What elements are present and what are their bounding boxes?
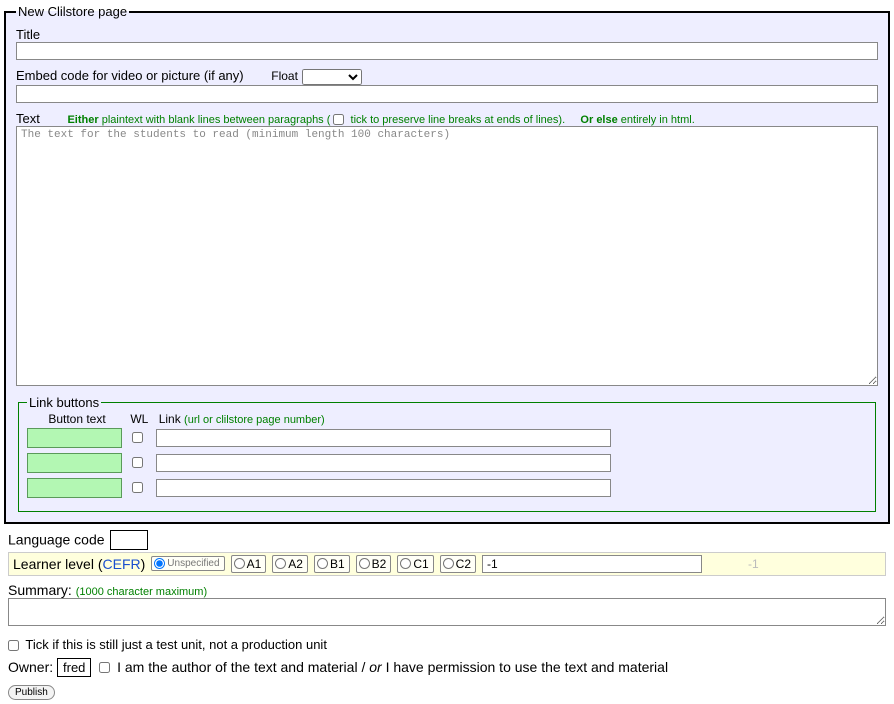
header-link-hint: (url or clilstore page number) bbox=[184, 414, 325, 426]
embed-label-row: Embed code for video or picture (if any)… bbox=[16, 68, 878, 85]
cefr-radio[interactable] bbox=[317, 558, 328, 569]
text-label-row: Text Either plaintext with blank lines b… bbox=[16, 111, 878, 126]
cefr-c1[interactable]: C1 bbox=[397, 555, 433, 573]
text-either: Either bbox=[67, 114, 98, 126]
cefr-unspecified[interactable]: Unspecified bbox=[151, 556, 224, 571]
language-code-input[interactable] bbox=[110, 530, 148, 550]
link-button-text-input[interactable] bbox=[27, 453, 122, 473]
link-url-input[interactable] bbox=[156, 429, 611, 447]
cefr-a1[interactable]: A1 bbox=[231, 555, 267, 573]
link-row bbox=[27, 453, 867, 473]
link-buttons-fieldset: Link buttons Button text WL Link (url or… bbox=[18, 395, 876, 512]
owner-row: Owner: fred I am the author of the text … bbox=[8, 658, 886, 677]
test-unit-label: Tick if this is still just a test unit, … bbox=[25, 637, 327, 652]
link-row bbox=[27, 478, 867, 498]
float-select[interactable] bbox=[302, 69, 362, 85]
cefr-b1[interactable]: B1 bbox=[314, 555, 350, 573]
text-plaintext-note: plaintext with blank lines between parag… bbox=[99, 114, 334, 126]
link-button-text-input[interactable] bbox=[27, 478, 122, 498]
link-buttons-legend: Link buttons bbox=[27, 395, 101, 410]
embed-input[interactable] bbox=[16, 85, 878, 103]
link-url-input[interactable] bbox=[156, 454, 611, 472]
header-link: Link bbox=[159, 412, 181, 426]
cefr-radio[interactable] bbox=[275, 558, 286, 569]
summary-row: Summary: (1000 character maximum) bbox=[8, 582, 886, 598]
author-permission-label: I am the author of the text and material… bbox=[117, 659, 668, 675]
text-orelse: Or else bbox=[580, 114, 617, 126]
link-row bbox=[27, 428, 867, 448]
summary-hint: (1000 character maximum) bbox=[76, 586, 207, 598]
author-permission-checkbox[interactable] bbox=[99, 662, 110, 673]
learner-level-ghost: -1 bbox=[748, 557, 759, 571]
embed-label: Embed code for video or picture (if any) bbox=[16, 68, 244, 83]
owner-name: fred bbox=[57, 658, 91, 677]
text-tick-note: tick to preserve line breaks at ends of … bbox=[347, 114, 565, 126]
test-unit-checkbox[interactable] bbox=[8, 640, 19, 651]
text-textarea[interactable] bbox=[16, 126, 878, 386]
learner-level-label: Learner level (CEFR) bbox=[13, 556, 145, 572]
header-button-text: Button text bbox=[27, 412, 127, 426]
cefr-a2[interactable]: A2 bbox=[272, 555, 308, 573]
link-wl-checkbox[interactable] bbox=[132, 482, 143, 493]
text-hint: Either plaintext with blank lines betwee… bbox=[67, 114, 694, 126]
header-link-wrap: Link (url or clilstore page number) bbox=[159, 412, 325, 426]
text-label: Text bbox=[16, 111, 40, 126]
title-label: Title bbox=[16, 27, 878, 42]
cefr-link[interactable]: CEFR bbox=[103, 556, 141, 572]
link-wl-checkbox[interactable] bbox=[132, 457, 143, 468]
language-code-row: Language code bbox=[8, 530, 886, 550]
summary-label: Summary: bbox=[8, 582, 72, 598]
cefr-radio[interactable] bbox=[443, 558, 454, 569]
text-html-note: entirely in html. bbox=[618, 114, 695, 126]
link-button-text-input[interactable] bbox=[27, 428, 122, 448]
preserve-linebreaks-checkbox[interactable] bbox=[333, 114, 344, 125]
cefr-radio-unspecified[interactable] bbox=[154, 558, 165, 569]
test-unit-row: Tick if this is still just a test unit, … bbox=[8, 637, 886, 652]
publish-row: Publish bbox=[8, 683, 886, 700]
header-wl: WL bbox=[130, 412, 155, 426]
learner-level-row: Learner level (CEFR) Unspecified A1 A2 B… bbox=[8, 552, 886, 576]
summary-textarea[interactable] bbox=[8, 598, 886, 626]
language-code-label: Language code bbox=[8, 531, 105, 547]
title-input[interactable] bbox=[16, 42, 878, 60]
float-label: Float bbox=[271, 69, 298, 83]
new-clilstore-fieldset: New Clilstore page Title Embed code for … bbox=[4, 4, 890, 524]
link-buttons-header: Button text WL Link (url or clilstore pa… bbox=[27, 412, 867, 426]
learner-level-number-input[interactable] bbox=[482, 555, 702, 573]
fieldset-legend: New Clilstore page bbox=[16, 4, 129, 19]
publish-button[interactable]: Publish bbox=[8, 685, 55, 700]
cefr-b2[interactable]: B2 bbox=[356, 555, 392, 573]
cefr-c2[interactable]: C2 bbox=[440, 555, 476, 573]
owner-label: Owner: bbox=[8, 659, 53, 675]
cefr-radio[interactable] bbox=[359, 558, 370, 569]
link-url-input[interactable] bbox=[156, 479, 611, 497]
cefr-radio[interactable] bbox=[400, 558, 411, 569]
link-wl-checkbox[interactable] bbox=[132, 432, 143, 443]
cefr-radio[interactable] bbox=[234, 558, 245, 569]
